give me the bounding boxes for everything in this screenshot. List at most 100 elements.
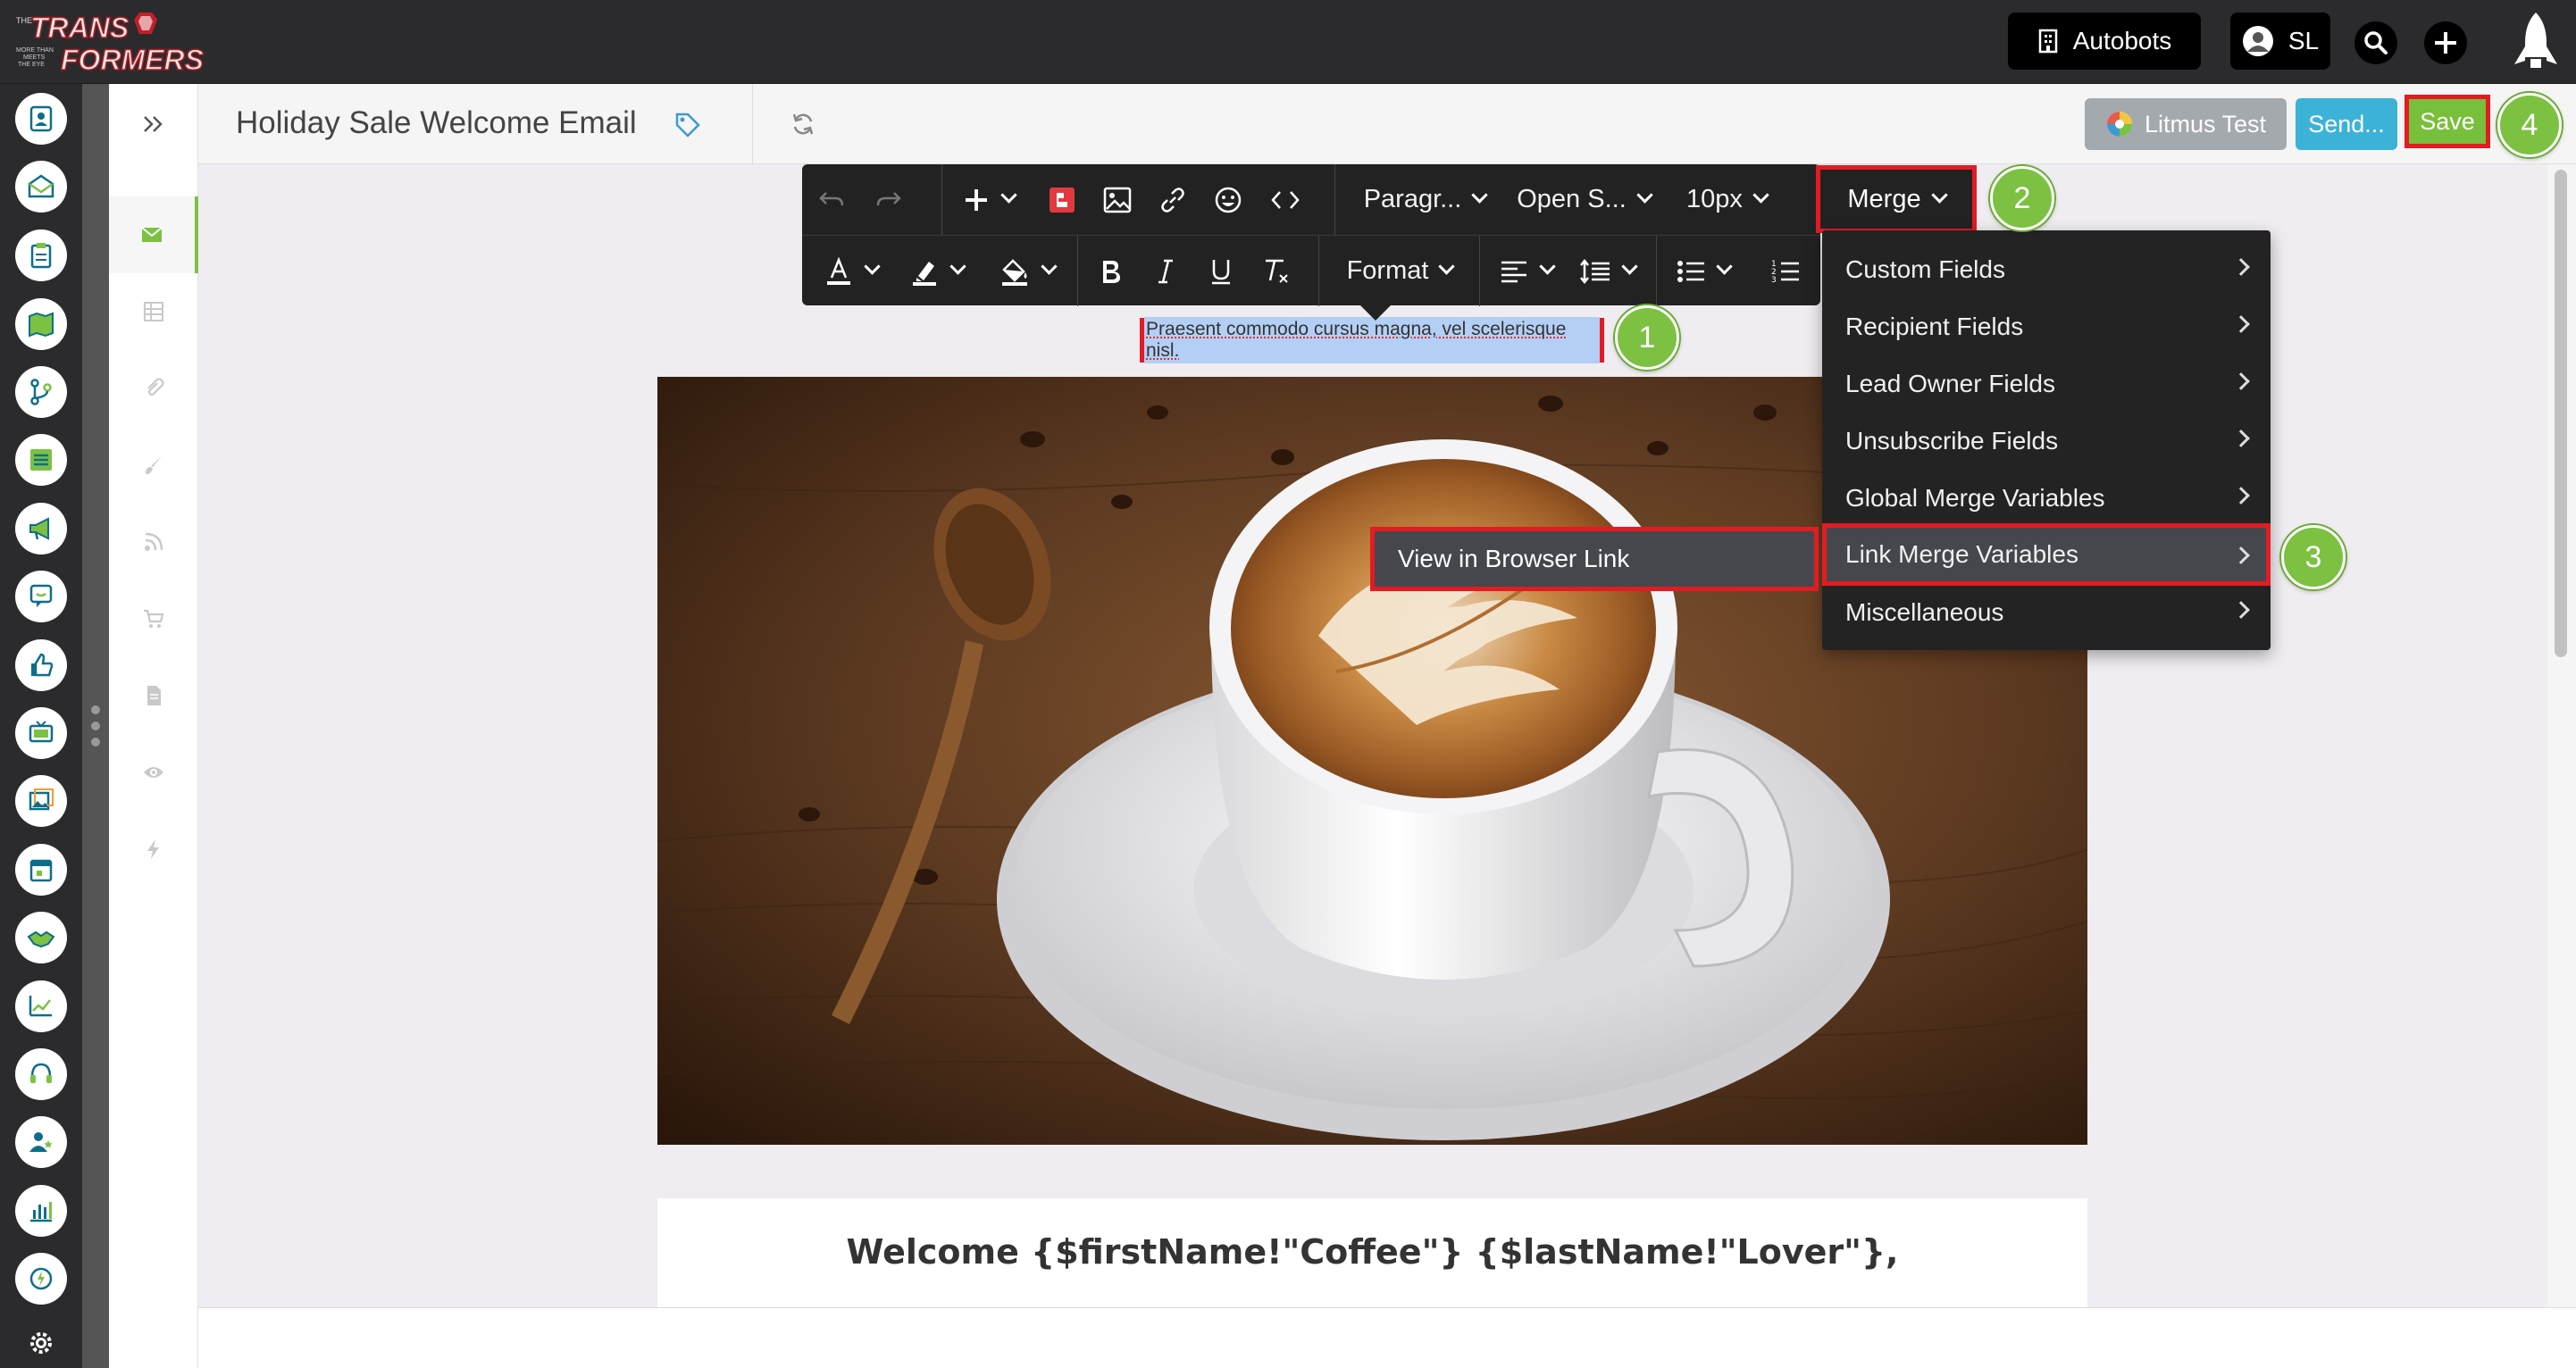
- nav-integrations[interactable]: [15, 1253, 67, 1305]
- transformers-logo[interactable]: THE TRANS FORMERS MORE THAN MEETS THE EY…: [5, 7, 245, 77]
- submenu-view-in-browser-link[interactable]: View in Browser Link: [1370, 527, 1819, 591]
- font-size-dropdown[interactable]: 10px: [1669, 164, 1785, 235]
- expand-sidebar-button[interactable]: [109, 84, 198, 164]
- merge-dropdown-button[interactable]: Merge: [1816, 165, 1977, 233]
- nav-partners[interactable]: [15, 912, 67, 963]
- numbered-list-button[interactable]: 123: [1763, 236, 1808, 306]
- cart-icon: [144, 609, 164, 628]
- background-color-button[interactable]: [988, 236, 1065, 306]
- insert-link-button[interactable]: [1152, 164, 1193, 235]
- left-nav: [0, 84, 82, 1368]
- save-button[interactable]: Save: [2405, 95, 2490, 148]
- svg-text:MORE THAN: MORE THAN: [16, 47, 54, 54]
- welcome-heading[interactable]: Welcome {$firstName!"Coffee"} {$lastName…: [657, 1232, 2087, 1272]
- list-icon: [30, 449, 52, 471]
- redo-button[interactable]: [866, 164, 911, 235]
- menu-item-custom-fields[interactable]: Custom Fields: [1822, 241, 2271, 298]
- rail-documents[interactable]: [109, 657, 198, 734]
- nav-support[interactable]: [15, 1048, 67, 1100]
- line-height-dropdown[interactable]: [1570, 236, 1643, 306]
- clear-format-button[interactable]: [1254, 236, 1299, 306]
- plug-icon: [29, 1267, 53, 1290]
- nav-workflows[interactable]: [15, 366, 67, 418]
- menu-item-global-merge-variables[interactable]: Global Merge Variables: [1822, 470, 2271, 527]
- nav-reports[interactable]: [15, 1185, 67, 1237]
- selected-text[interactable]: Praesent commodo cursus magna, vel scele…: [1144, 317, 1600, 363]
- merge-tag-button[interactable]: [1041, 164, 1083, 235]
- insert-button[interactable]: [952, 164, 1024, 235]
- nav-landing-pages[interactable]: [15, 298, 67, 350]
- italic-icon: [1158, 259, 1173, 283]
- bold-button[interactable]: [1088, 236, 1133, 306]
- plus-icon: [965, 188, 987, 211]
- nav-users[interactable]: [15, 1116, 67, 1168]
- org-switcher-button[interactable]: Autobots: [2008, 13, 2201, 70]
- rail-email-content[interactable]: [109, 196, 198, 273]
- menu-item-lead-owner-fields[interactable]: Lead Owner Fields: [1822, 355, 2271, 413]
- rail-products[interactable]: [109, 580, 198, 657]
- rail-automations[interactable]: [109, 811, 198, 888]
- text-color-button[interactable]: [815, 236, 886, 306]
- add-button[interactable]: [2424, 21, 2467, 64]
- menu-item-recipient-fields[interactable]: Recipient Fields: [1822, 298, 2271, 355]
- align-dropdown[interactable]: [1490, 236, 1561, 306]
- nav-webinars[interactable]: [15, 707, 67, 759]
- menu-item-label: Link Merge Variables: [1845, 540, 2078, 568]
- undo-button[interactable]: [809, 164, 854, 235]
- bullet-list-dropdown[interactable]: [1665, 236, 1740, 306]
- insert-image-button[interactable]: [1097, 164, 1138, 235]
- litmus-test-button[interactable]: Litmus Test: [2085, 98, 2287, 150]
- scrollbar-thumb[interactable]: [2555, 170, 2567, 657]
- nav-chat[interactable]: [15, 571, 67, 622]
- rail-rss[interactable]: [109, 504, 198, 580]
- settings-button[interactable]: [27, 1329, 55, 1362]
- lightning-icon: [147, 839, 159, 859]
- envelope-icon: [28, 174, 54, 198]
- nav-calendar[interactable]: [15, 844, 67, 896]
- rail-preview[interactable]: [109, 734, 198, 811]
- toolbar-row-2: Format 123: [802, 236, 1820, 306]
- branch-icon: [30, 379, 52, 405]
- nav-analytics[interactable]: [15, 980, 67, 1032]
- italic-button[interactable]: [1143, 236, 1188, 306]
- launch-button[interactable]: [2496, 0, 2576, 84]
- thumbs-up-icon: [31, 653, 54, 677]
- paragraph-dropdown[interactable]: Paragr...: [1349, 164, 1501, 235]
- nav-campaigns[interactable]: [15, 503, 67, 555]
- nav-lists[interactable]: [15, 434, 67, 486]
- font-family-dropdown[interactable]: Open S...: [1508, 164, 1660, 235]
- highlight-color-button[interactable]: [900, 236, 972, 306]
- refresh-button[interactable]: [790, 111, 816, 142]
- plus-icon: [2435, 32, 2456, 54]
- selected-text-block[interactable]: Praesent commodo cursus magna, vel scele…: [1140, 317, 1604, 363]
- menu-item-miscellaneous[interactable]: Miscellaneous: [1822, 584, 2271, 641]
- document-icon: [147, 686, 161, 705]
- format-dropdown[interactable]: Format: [1333, 236, 1467, 306]
- user-menu-button[interactable]: SL: [2230, 13, 2330, 70]
- nav-social[interactable]: [15, 639, 67, 691]
- menu-item-label: Recipient Fields: [1845, 313, 2024, 340]
- underline-button[interactable]: [1199, 236, 1243, 306]
- nav-forms[interactable]: [15, 229, 67, 281]
- search-button[interactable]: [2354, 21, 2397, 64]
- nav-contacts[interactable]: [15, 93, 67, 145]
- emoji-button[interactable]: [1208, 164, 1249, 235]
- nav-email[interactable]: [15, 161, 67, 213]
- rail-styles[interactable]: [109, 427, 198, 504]
- line-height-icon: [1579, 258, 1610, 284]
- send-button[interactable]: Send...: [2296, 98, 2397, 150]
- menu-item-label: Lead Owner Fields: [1845, 370, 2056, 397]
- paperclip-icon: [147, 378, 164, 396]
- page-title[interactable]: Holiday Sale Welcome Email: [236, 105, 637, 141]
- sidebar-resize-handle[interactable]: [82, 84, 109, 1368]
- nav-media[interactable]: [15, 775, 67, 827]
- font-size-label: 10px: [1686, 185, 1743, 213]
- rail-layout[interactable]: [109, 273, 198, 350]
- source-code-button[interactable]: [1263, 164, 1308, 235]
- chevron-right-icon: [2232, 601, 2250, 619]
- litmus-icon: [2106, 112, 2132, 137]
- menu-item-unsubscribe-fields[interactable]: Unsubscribe Fields: [1822, 413, 2271, 470]
- tag-button[interactable]: [673, 111, 702, 144]
- rail-attachments[interactable]: [109, 350, 198, 427]
- menu-item-link-merge-variables[interactable]: Link Merge Variables: [1822, 523, 2271, 586]
